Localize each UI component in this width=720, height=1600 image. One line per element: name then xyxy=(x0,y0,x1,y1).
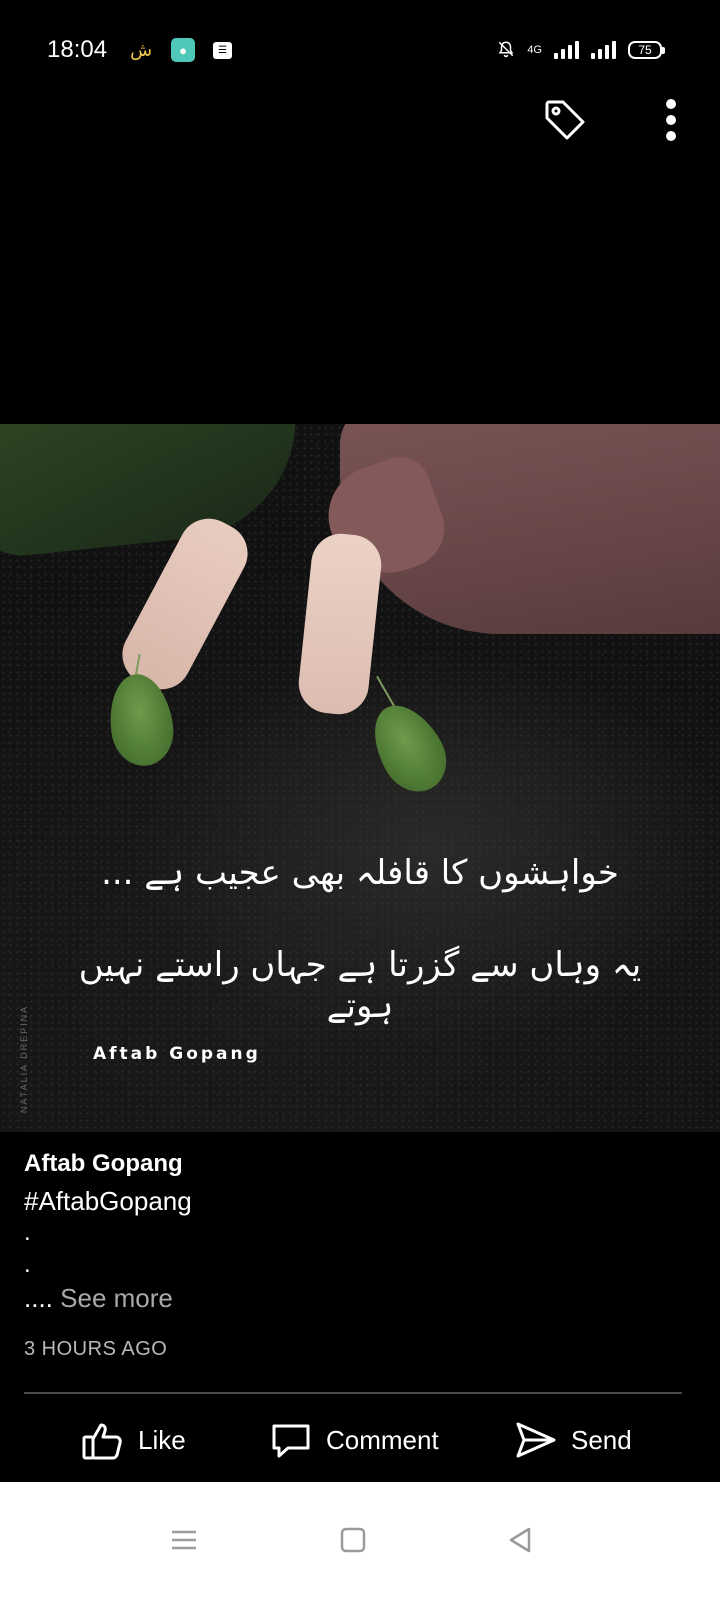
post-author[interactable]: Aftab Gopang xyxy=(24,1150,704,1178)
see-more-link[interactable]: See more xyxy=(60,1283,173,1313)
system-nav-bar xyxy=(0,1482,720,1600)
divider xyxy=(24,1392,682,1394)
like-button[interactable]: Like xyxy=(82,1400,186,1480)
caption-dot: . xyxy=(24,1251,31,1278)
see-more-row: .... See more xyxy=(24,1283,704,1314)
notification-app-icon: ﺵ xyxy=(130,39,153,60)
post-caption: Aftab Gopang #AftabGopang . . .... See m… xyxy=(24,1150,704,1361)
signal-icon xyxy=(554,41,579,59)
chat-app-icon: ● xyxy=(171,38,196,62)
post-timestamp: 3 HOURS AGO xyxy=(24,1338,168,1360)
leaf-stem xyxy=(376,675,396,709)
clock: 18:04 xyxy=(47,36,108,63)
tag-icon xyxy=(545,100,585,140)
message-icon: ☰ xyxy=(213,41,233,59)
tag-button[interactable] xyxy=(539,94,591,146)
more-vertical-icon xyxy=(666,99,676,141)
home-button[interactable] xyxy=(323,1510,383,1570)
poetry-line-2: یہ وہاں سے گزرتا ہے جہاں راستے نہیں ہوتے xyxy=(78,945,642,1026)
photo-credit: NATALIA DREPINA xyxy=(19,1004,30,1114)
comment-button[interactable]: Comment xyxy=(270,1400,439,1480)
home-square-icon xyxy=(340,1527,366,1553)
back-triangle-icon xyxy=(509,1527,531,1553)
network-label: 4G xyxy=(527,44,542,56)
post-photo[interactable]: خواہشوں کا قافلہ بھی عجیب ہے ... یہ وہاں… xyxy=(0,424,720,1132)
menu-icon xyxy=(172,1530,196,1550)
leaf xyxy=(359,692,459,804)
status-left: 18:04 ﺵ ● ☰ xyxy=(47,36,233,64)
comment-icon xyxy=(272,1424,310,1458)
thumbs-up-icon xyxy=(82,1423,122,1460)
post-hashtag[interactable]: #AftabGopang xyxy=(24,1186,704,1217)
more-options-button[interactable] xyxy=(645,94,697,146)
right-hand xyxy=(295,530,385,718)
status-bar: 18:04 ﺵ ● ☰ 4G 75 xyxy=(0,0,720,100)
send-label: Send xyxy=(571,1424,632,1455)
comment-label: Comment xyxy=(326,1424,439,1455)
photo-watermark: Aftab Gopang xyxy=(93,1044,261,1064)
recent-apps-button[interactable] xyxy=(154,1510,214,1570)
send-icon xyxy=(516,1422,556,1458)
post-actions: Like Comment Send xyxy=(0,1400,720,1480)
send-button[interactable]: Send xyxy=(515,1400,632,1480)
caption-ellipsis: .... xyxy=(24,1283,53,1313)
battery-indicator: 75 xyxy=(628,41,665,59)
signal-icon-2 xyxy=(591,41,616,59)
green-sleeve xyxy=(0,424,308,562)
caption-dot: . xyxy=(24,1219,31,1246)
like-label: Like xyxy=(138,1424,186,1455)
screen: 18:04 ﺵ ● ☰ 4G 75 خواہشوں کا قافلہ بھی ع… xyxy=(0,0,720,1600)
back-button[interactable] xyxy=(490,1510,550,1570)
mute-bell-icon xyxy=(497,40,515,61)
status-right: 4G 75 xyxy=(497,40,665,61)
poetry-line-1: خواہشوں کا قافلہ بھی عجیب ہے ... xyxy=(101,853,619,893)
